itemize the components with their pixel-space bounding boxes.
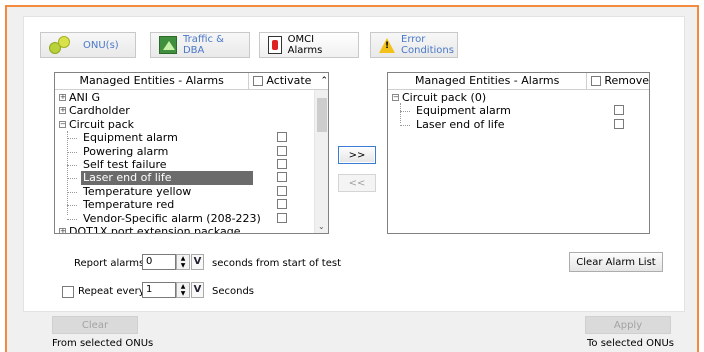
tab-onus[interactable]: ONU(s) <box>40 32 136 58</box>
available-alarms-list[interactable]: Managed Entities - Alarms Activate ⌃ + A… <box>54 72 329 234</box>
scrollbar-thumb[interactable] <box>317 98 327 132</box>
remove-all-checkbox[interactable] <box>591 76 602 86</box>
from-selected-onus-label: From selected ONUs <box>52 338 154 349</box>
header-activate-label: Activate <box>266 74 312 87</box>
tab-omci-alarms-label: OMCI Alarms <box>287 34 323 56</box>
tab-traffic-dba-label: Traffic & DBA <box>182 34 224 56</box>
tree-item[interactable]: Laser end of life <box>388 118 649 131</box>
activate-checkbox[interactable] <box>277 172 287 183</box>
right-tree: − Circuit pack (0) Equipment alarm Laser… <box>388 91 649 131</box>
activate-checkbox[interactable] <box>277 132 287 143</box>
repeat-every-spinner[interactable]: ▲ ▼ <box>176 282 190 298</box>
tree-item[interactable]: Temperature yellow <box>55 185 328 198</box>
tree-item[interactable]: Temperature red <box>55 198 328 211</box>
apply-button[interactable]: Apply <box>585 316 671 334</box>
collapse-icon[interactable]: − <box>59 120 66 128</box>
clear-alarm-list-button[interactable]: Clear Alarm List <box>569 252 663 272</box>
header-managed-entities[interactable]: Managed Entities - Alarms <box>388 73 588 89</box>
report-alarms-spinner[interactable]: ▲ ▼ <box>176 254 190 270</box>
tree-item[interactable]: Self test failure <box>55 158 328 171</box>
expand-icon[interactable]: + <box>59 227 66 233</box>
repeat-every-label: Repeat every <box>78 286 145 297</box>
tree-item[interactable]: Equipment alarm <box>388 104 649 117</box>
report-alarms-input[interactable]: 0 <box>142 254 176 270</box>
to-selected-onus-label: To selected ONUs <box>587 338 674 349</box>
tree-item[interactable]: − Circuit pack (0) <box>388 91 649 104</box>
activate-all-checkbox[interactable] <box>253 76 264 86</box>
header-activate[interactable]: Activate ⌃ <box>249 73 328 89</box>
tree-item-selected[interactable]: Laser end of life <box>55 171 328 185</box>
tab-traffic-dba[interactable]: Traffic & DBA <box>150 32 250 58</box>
activate-checkbox[interactable] <box>277 199 287 210</box>
add-alarm-button[interactable]: >> <box>338 146 376 164</box>
vertical-scrollbar[interactable]: ⌄ <box>314 90 328 233</box>
header-managed-entities[interactable]: Managed Entities - Alarms <box>55 73 250 89</box>
tree-item[interactable]: + ANI G <box>55 91 328 104</box>
tree-item[interactable]: Equipment alarm <box>55 131 328 144</box>
activate-checkbox[interactable] <box>277 185 287 196</box>
onu-icon <box>49 34 77 56</box>
header-remove[interactable]: Remove <box>587 73 649 89</box>
report-alarms-suffix: seconds from start of test <box>212 258 341 269</box>
report-alarms-dropdown-button[interactable]: V <box>191 254 204 270</box>
activate-checkbox[interactable] <box>277 158 287 169</box>
tree-item[interactable]: Vendor-Specific alarm (208-223) <box>55 212 328 225</box>
repeat-every-dropdown-button[interactable]: V <box>191 282 204 298</box>
repeat-every-suffix: Seconds <box>212 286 255 297</box>
remove-checkbox[interactable] <box>614 105 624 116</box>
expand-icon[interactable]: + <box>59 107 66 115</box>
tab-omci-alarms[interactable]: OMCI Alarms <box>259 32 359 58</box>
remove-alarm-button[interactable]: << <box>338 174 376 192</box>
activate-checkbox[interactable] <box>277 212 287 223</box>
sort-up-icon: ⌃ <box>320 76 328 86</box>
remove-checkbox[interactable] <box>614 118 624 129</box>
activate-checkbox[interactable] <box>277 145 287 156</box>
tab-onus-label: ONU(s) <box>83 39 119 51</box>
header-remove-label: Remove <box>604 74 649 87</box>
tree-item[interactable]: + Cardholder <box>55 104 328 117</box>
tab-error-conditions[interactable]: ! Error Conditions <box>370 32 458 58</box>
traffic-icon <box>159 36 177 54</box>
tab-error-conditions-label: Error Conditions <box>401 34 454 56</box>
omci-alarm-icon <box>268 36 282 54</box>
repeat-every-input[interactable]: 1 <box>142 282 176 298</box>
list-header: Managed Entities - Alarms Activate ⌃ <box>55 73 328 90</box>
list-header: Managed Entities - Alarms Remove <box>388 73 649 90</box>
warning-icon: ! <box>379 37 395 53</box>
tree-item[interactable]: Powering alarm <box>55 145 328 158</box>
tree-item[interactable]: + DOT1X port extension package <box>55 225 328 233</box>
left-tree: + ANI G + Cardholder − Circuit pack Equi… <box>55 91 328 233</box>
tree-item[interactable]: − Circuit pack <box>55 118 328 131</box>
repeat-checkbox[interactable] <box>62 286 74 298</box>
selected-alarms-list[interactable]: Managed Entities - Alarms Remove − Circu… <box>387 72 650 234</box>
collapse-icon[interactable]: − <box>392 94 399 101</box>
scroll-down-icon[interactable]: ⌄ <box>318 222 325 231</box>
expand-icon[interactable]: + <box>59 94 66 101</box>
report-alarms-label: Report alarms <box>74 258 145 269</box>
clear-button[interactable]: Clear <box>52 316 138 334</box>
